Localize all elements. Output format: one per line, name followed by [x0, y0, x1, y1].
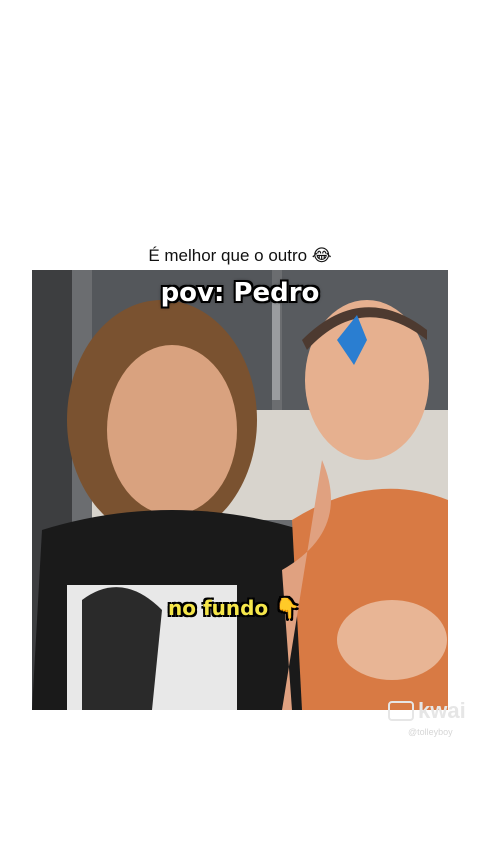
video-frame[interactable]: pov: Pedro no fundo 👇 — [32, 270, 448, 710]
post-caption: É melhor que o outro 😂 — [148, 246, 332, 265]
video-overlay-subtitle: no fundo 👇 — [168, 596, 301, 620]
video-scene — [32, 270, 448, 710]
video-overlay-title: pov: Pedro — [160, 278, 320, 308]
watermark-handle: @tolleyboy — [408, 727, 453, 737]
kwai-logo-icon — [388, 701, 414, 721]
kwai-brand-text: kwai — [418, 698, 466, 723]
kwai-watermark: kwai — [388, 698, 466, 724]
